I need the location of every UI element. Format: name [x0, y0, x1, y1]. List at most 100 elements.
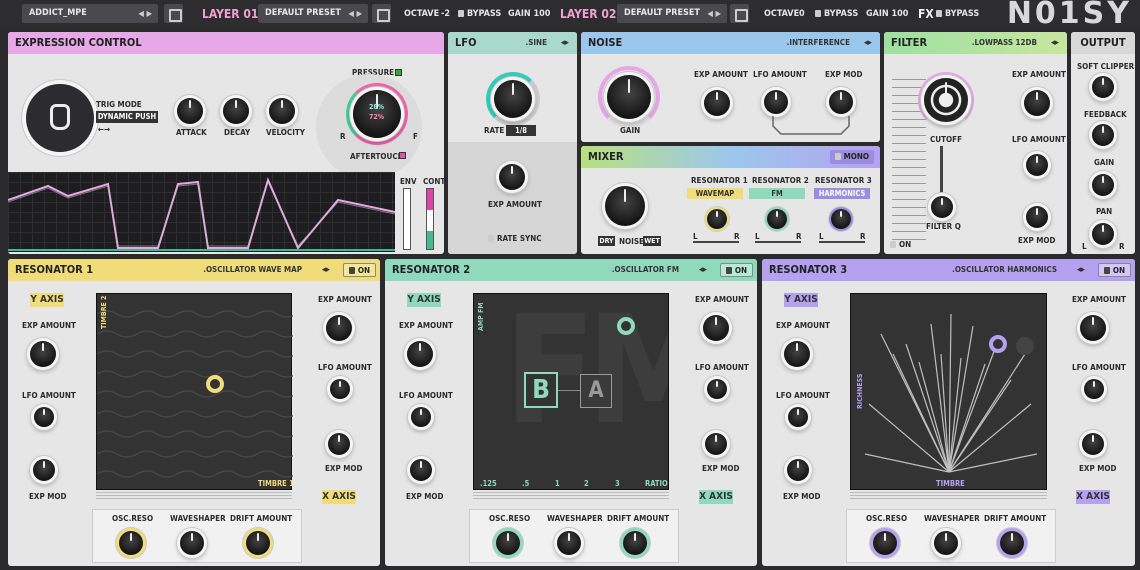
trig-arrows-icon[interactable]: ←→ — [98, 125, 110, 134]
res2-right-exp-mod-knob[interactable] — [705, 433, 727, 455]
filter-lfo-amount-knob[interactable] — [1026, 154, 1048, 176]
filter-on-toggle[interactable]: ON — [890, 240, 911, 249]
res3-xy-handle[interactable] — [989, 335, 1007, 353]
layer1-preset-selector[interactable]: DEFAULT PRESET ◀ ▶ — [258, 4, 368, 23]
lfo-shape-arrows-icon[interactable]: ◂▸ — [561, 32, 569, 54]
velocity-knob[interactable] — [269, 98, 295, 124]
noise-type-arrows-icon[interactable]: ◂▸ — [864, 32, 872, 54]
mix-r3-knob[interactable] — [831, 209, 851, 229]
res2-right-exp-amount-knob[interactable] — [703, 315, 729, 341]
res1-waveshaper-knob[interactable] — [180, 531, 204, 555]
res2-drift-knob[interactable] — [623, 531, 647, 555]
noise-gain-knob[interactable] — [607, 75, 651, 119]
layer2-save-icon[interactable] — [730, 4, 749, 23]
preset-arrows-icon[interactable]: ◀ ▶ — [138, 4, 152, 23]
res3-type-arrows-icon[interactable]: ◂▸ — [1077, 259, 1085, 281]
decay-knob[interactable] — [223, 98, 249, 124]
res1-right-lfo-amount-knob[interactable] — [330, 379, 350, 399]
mix-r2-pan-slider[interactable] — [755, 241, 801, 243]
layer1-save-icon[interactable] — [372, 4, 391, 23]
res3-left-lfo-amount-knob[interactable] — [788, 407, 808, 427]
layer2-title[interactable]: LAYER 02 — [560, 0, 616, 28]
lfo-exp-amount-knob[interactable] — [499, 164, 525, 190]
attack-knob[interactable] — [177, 98, 203, 124]
res1-on-toggle[interactable]: ON — [342, 263, 376, 277]
lfo-shape[interactable]: .SINE — [525, 32, 547, 54]
filter-type-arrows-icon[interactable]: ◂▸ — [1051, 32, 1059, 54]
res3-harmonics-pad[interactable] — [850, 293, 1047, 490]
filter-type[interactable]: .LOWPASS 12DB — [972, 32, 1037, 54]
fx-bypass[interactable]: BYPASS — [936, 0, 979, 28]
touch-pad-icon[interactable] — [26, 84, 94, 152]
res2-on-toggle[interactable]: ON — [719, 263, 753, 277]
res3-type[interactable]: .OSCILLATOR HARMONICS — [952, 259, 1057, 281]
res2-type[interactable]: .OSCILLATOR FM — [612, 259, 679, 281]
save-icon[interactable] — [164, 4, 183, 23]
fx-title[interactable]: FX — [918, 0, 934, 28]
noise-exp-mod-knob[interactable] — [829, 90, 853, 114]
res2-xy-handle[interactable] — [617, 317, 635, 335]
filter-exp-amount-knob[interactable] — [1024, 90, 1050, 116]
trig-mode-selector[interactable]: DYNAMIC PUSH — [96, 111, 158, 123]
res2-waveshaper-knob[interactable] — [557, 531, 581, 555]
layer2-bypass[interactable]: BYPASS — [815, 0, 858, 28]
res3-right-exp-amount-knob[interactable] — [1080, 315, 1106, 341]
pan-knob[interactable] — [1092, 223, 1114, 245]
res3-right-exp-mod-knob[interactable] — [1082, 433, 1104, 455]
res1-type-arrows-icon[interactable]: ◂▸ — [322, 259, 330, 281]
res2-type-arrows-icon[interactable]: ◂▸ — [699, 259, 707, 281]
rate-knob[interactable] — [494, 80, 532, 118]
noise-exp-amount-knob[interactable] — [704, 90, 730, 116]
layer1-arrows-icon[interactable]: ◀ ▶ — [348, 4, 362, 23]
res1-drift-knob[interactable] — [246, 531, 270, 555]
res1-right-exp-mod-knob[interactable] — [328, 433, 350, 455]
res3-drift-knob[interactable] — [1000, 531, 1024, 555]
output-gain-knob[interactable] — [1092, 174, 1114, 196]
res3-osc-reso-knob[interactable] — [873, 531, 897, 555]
layer1-gain[interactable]: GAIN 100 — [508, 0, 550, 28]
fm-operator-b[interactable]: B — [524, 372, 558, 408]
res1-type[interactable]: .OSCILLATOR WAVE MAP — [203, 259, 302, 281]
res1-left-exp-mod-knob[interactable] — [33, 459, 55, 481]
layer2-octave-value[interactable]: 0 — [799, 0, 805, 28]
res2-fm-pad[interactable]: FM B A — [473, 293, 669, 490]
mix-r1-pan-slider[interactable] — [693, 241, 739, 243]
res3-on-toggle[interactable]: ON — [1097, 263, 1131, 277]
rate-value[interactable]: 1/8 — [506, 125, 536, 136]
res2-osc-reso-knob[interactable] — [496, 531, 520, 555]
res2-left-exp-amount-knob[interactable] — [407, 341, 433, 367]
layer2-gain[interactable]: GAIN 100 — [866, 0, 908, 28]
layer2-preset-selector[interactable]: DEFAULT PRESET ◀ ▶ — [617, 4, 727, 23]
fm-operator-a[interactable]: A — [580, 374, 612, 408]
res3-left-exp-mod-knob[interactable] — [787, 459, 809, 481]
soft-clipper-knob[interactable] — [1092, 76, 1114, 98]
noise-lfo-amount-knob[interactable] — [764, 90, 788, 114]
res2-left-lfo-amount-knob[interactable] — [411, 407, 431, 427]
feedback-knob[interactable] — [1092, 124, 1114, 146]
mix-r3-pan-slider[interactable] — [819, 241, 865, 243]
layer1-bypass[interactable]: BYPASS — [458, 0, 501, 28]
res1-left-lfo-amount-knob[interactable] — [34, 407, 54, 427]
res1-osc-reso-knob[interactable] — [119, 531, 143, 555]
res1-right-exp-amount-knob[interactable] — [326, 315, 352, 341]
res1-xy-handle[interactable] — [206, 375, 224, 393]
cutoff-knob[interactable] — [924, 78, 968, 122]
res1-left-exp-amount-knob[interactable] — [30, 341, 56, 367]
res3-right-lfo-amount-knob[interactable] — [1084, 379, 1104, 399]
res3-left-exp-amount-knob[interactable] — [784, 341, 810, 367]
res2-right-lfo-amount-knob[interactable] — [707, 379, 727, 399]
mono-toggle[interactable]: MONO — [829, 150, 874, 164]
preset-selector[interactable]: ADDICT_MPE ◀ ▶ — [22, 4, 158, 23]
layer1-octave-value[interactable]: -2 — [441, 0, 450, 28]
mix-r2-knob[interactable] — [767, 209, 787, 229]
res3-waveshaper-knob[interactable] — [934, 531, 958, 555]
rate-sync-toggle[interactable]: RATE SYNC — [488, 234, 542, 243]
filter-exp-mod-knob[interactable] — [1026, 206, 1048, 228]
filter-q-knob[interactable] — [931, 196, 953, 218]
dry-wet-knob[interactable] — [605, 186, 645, 226]
noise-type[interactable]: .INTERFERENCE — [787, 32, 850, 54]
layer1-title[interactable]: LAYER 01 — [202, 0, 258, 28]
res1-wavemap-pad[interactable] — [96, 293, 298, 490]
mix-r1-knob[interactable] — [707, 209, 727, 229]
layer2-arrows-icon[interactable]: ◀ ▶ — [707, 4, 721, 23]
